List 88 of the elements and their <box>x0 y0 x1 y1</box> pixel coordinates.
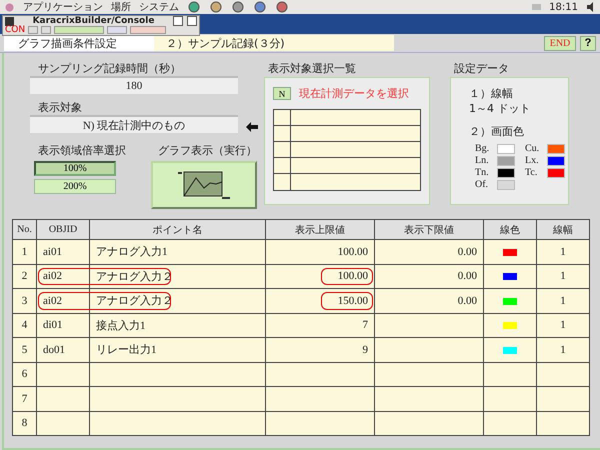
table-cell: 7 <box>266 313 374 338</box>
menu-item[interactable]: 場所 <box>111 0 131 14</box>
table-cell: 1 <box>536 288 590 313</box>
table-cell <box>536 411 590 436</box>
screen-subtitle: ２）サンプル記録(３分) <box>154 35 394 52</box>
field-label: 表示領域倍率選択 <box>37 143 127 158</box>
row-number-cell: 5 <box>12 338 36 362</box>
launcher-icon[interactable] <box>209 1 223 13</box>
launcher-icon[interactable] <box>253 1 267 13</box>
table-cell: アナログ入力1 <box>90 240 266 264</box>
table-cell <box>36 386 90 411</box>
color-label: Bg. <box>475 143 490 154</box>
clock: 18:11 <box>549 2 578 12</box>
launcher-icon[interactable] <box>275 1 289 13</box>
speaker-icon[interactable] <box>586 2 596 12</box>
select-text: 現在計測データを選択 <box>299 86 409 101</box>
row-number-cell: 1 <box>12 240 36 264</box>
table-cell <box>536 386 590 411</box>
row-number-cell: 2 <box>12 264 36 288</box>
display-target-field[interactable]: N) 現在計測中のもの <box>30 115 238 133</box>
table-cell: アナログ入力２ <box>90 288 266 313</box>
table-cell: 1 <box>536 338 590 362</box>
n-button[interactable]: N <box>273 87 291 100</box>
table-cell: 150.00 <box>266 288 374 313</box>
screen-title: グラフ描画条件設定 <box>4 35 154 52</box>
table-cell: ai01 <box>36 240 90 264</box>
table-cell: 0.00 <box>374 288 484 313</box>
column-header: 表示下限値 <box>374 220 484 240</box>
table-cell <box>484 411 536 436</box>
panel-title: 表示対象選択一覧 <box>267 61 357 77</box>
field-label: 表示対象 <box>37 100 83 115</box>
panel-title: 設定データ <box>453 61 510 77</box>
column-header: 線幅 <box>536 220 590 240</box>
table-cell: 1 <box>536 313 590 338</box>
table-cell: 100.00 <box>266 240 374 264</box>
table-cell: 0.00 <box>374 264 484 288</box>
menu-item[interactable]: アプリケーション <box>23 0 103 14</box>
color-label: Of. <box>475 179 490 190</box>
graph-icon <box>176 169 232 201</box>
color-label: Cu. <box>525 143 540 154</box>
table-cell: di01 <box>36 313 90 338</box>
left-arrow-icon <box>246 122 258 132</box>
table-cell: アナログ入力２ <box>90 264 266 288</box>
table-cell <box>536 362 590 386</box>
row-number-cell: 3 <box>12 288 36 313</box>
app-icon <box>5 16 14 26</box>
table-cell: do01 <box>36 338 90 362</box>
magnification-button[interactable]: 200% <box>34 179 116 194</box>
row-number-cell: 4 <box>12 313 36 338</box>
magnification-button[interactable]: 100% <box>34 161 116 176</box>
battery-icon <box>532 4 542 10</box>
toolbar-label: CON <box>5 26 26 35</box>
row-number-cell: 6 <box>12 362 36 386</box>
table-cell <box>36 362 90 386</box>
color-label: Tc. <box>525 167 538 178</box>
color-label: Lx. <box>525 155 540 166</box>
column-header: OBJID <box>36 220 90 240</box>
column-header: No. <box>12 220 36 240</box>
window-title: KaracrixBuilder/Console <box>32 16 156 26</box>
row-number-cell: 8 <box>12 411 36 436</box>
setting-value: 1～4 ドット <box>469 101 532 116</box>
launcher-icon[interactable] <box>187 1 201 13</box>
help-button[interactable]: ? <box>580 36 596 51</box>
launcher-icon[interactable] <box>231 1 245 13</box>
table-cell <box>36 411 90 436</box>
column-header: 線色 <box>484 220 536 240</box>
minimize-button[interactable] <box>173 16 183 26</box>
menu-item[interactable]: システム <box>139 0 179 14</box>
graph-display-button[interactable] <box>150 161 256 209</box>
table-cell: 0.00 <box>374 240 484 264</box>
table-cell <box>484 386 536 411</box>
color-label: Ln. <box>475 155 490 166</box>
close-button[interactable] <box>187 16 197 26</box>
sampling-time-field[interactable]: 180 <box>30 76 238 94</box>
table-cell: 100.00 <box>266 264 374 288</box>
graph-button-label: グラフ表示（実行） <box>157 143 257 158</box>
column-header: 表示上限値 <box>266 220 374 240</box>
table-cell: 9 <box>266 338 374 362</box>
row-number-cell: 7 <box>12 386 36 411</box>
table-cell: 接点入力1 <box>90 313 266 338</box>
table-cell: 1 <box>536 264 590 288</box>
setting-heading: １）線幅 <box>469 86 514 101</box>
color-label: Tn. <box>475 167 490 178</box>
table-cell: リレー出力1 <box>90 338 266 362</box>
table-cell: 1 <box>536 240 590 264</box>
field-label: サンプリング記録時間（秒） <box>37 61 182 76</box>
setting-heading: ２）画面色 <box>469 124 525 139</box>
column-header: ポイント名 <box>90 220 266 240</box>
